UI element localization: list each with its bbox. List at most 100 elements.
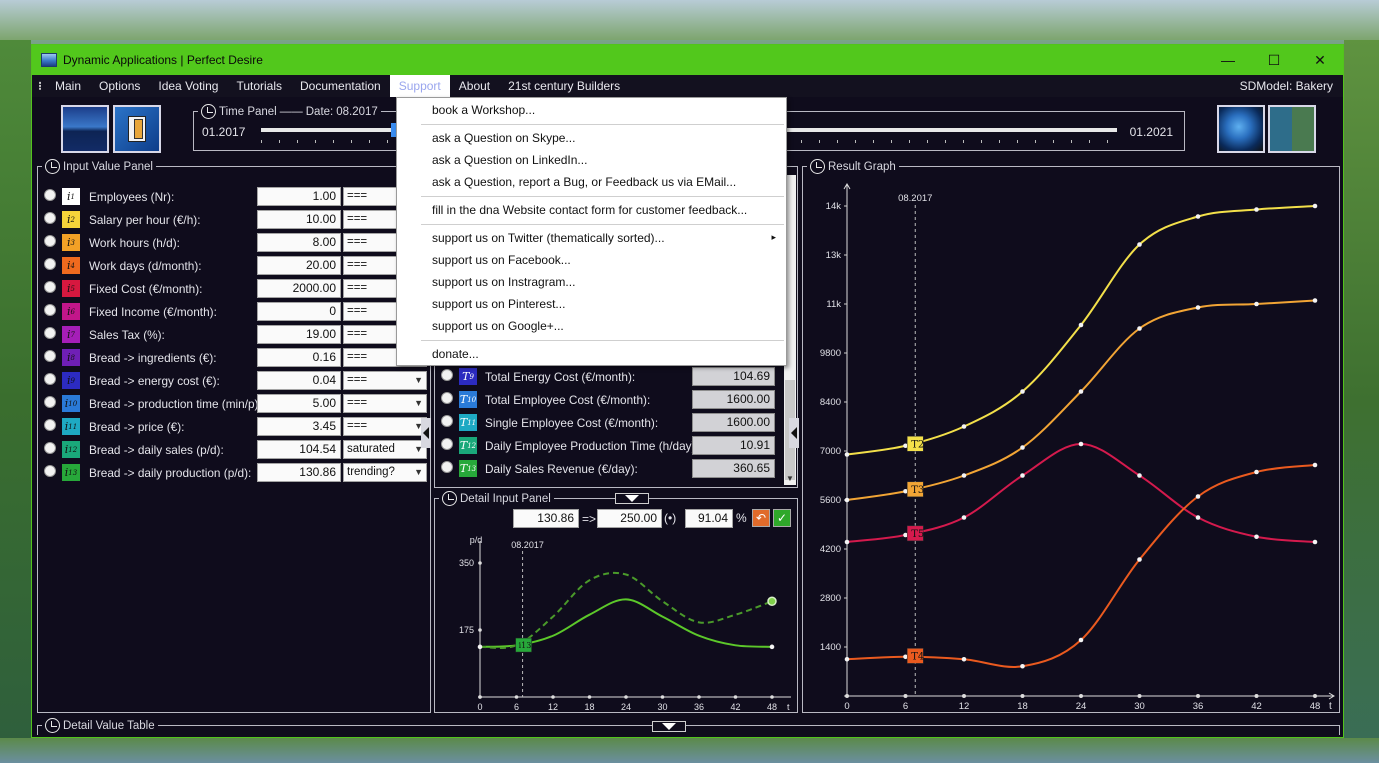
menu-options[interactable]: Options bbox=[90, 75, 149, 97]
input-chip: i1 bbox=[62, 188, 80, 205]
input-row: i9 Bread -> energy cost (€): 0.04 === ▼ bbox=[38, 370, 430, 391]
input-value[interactable]: 8.00 bbox=[257, 233, 341, 252]
x-tick-label: 0 bbox=[844, 701, 849, 711]
data-point bbox=[961, 515, 967, 520]
detail-table-dropdown-button[interactable] bbox=[652, 721, 686, 732]
input-value[interactable]: 2000.00 bbox=[257, 279, 341, 298]
menu-support[interactable]: Support bbox=[389, 75, 450, 97]
door-icon[interactable] bbox=[113, 105, 161, 153]
input-mode-select[interactable]: ===▼ bbox=[343, 417, 427, 436]
output-row-radio[interactable] bbox=[441, 415, 453, 427]
input-mode-select[interactable]: ===▼ bbox=[343, 371, 427, 390]
menu-separator bbox=[421, 340, 784, 341]
data-point bbox=[1312, 462, 1318, 468]
input-mode-value: trending? bbox=[347, 466, 395, 478]
undo-button[interactable]: ↶ bbox=[752, 509, 770, 527]
input-value[interactable]: 3.45 bbox=[257, 417, 341, 436]
input-value[interactable]: 0.04 bbox=[257, 371, 341, 390]
close-button[interactable]: ✕ bbox=[1297, 45, 1343, 75]
input-row-radio[interactable] bbox=[44, 350, 56, 362]
input-value[interactable]: 5.00 bbox=[257, 394, 341, 413]
maximize-button[interactable]: ☐ bbox=[1251, 45, 1297, 75]
input-row-radio[interactable] bbox=[44, 258, 56, 270]
menu-tutorials[interactable]: Tutorials bbox=[227, 75, 291, 97]
input-chip: i3 bbox=[62, 234, 80, 251]
input-label: Bread -> daily sales (p/d): bbox=[89, 443, 224, 457]
data-point bbox=[1078, 322, 1084, 328]
output-row-radio[interactable] bbox=[441, 438, 453, 450]
output-row-radio[interactable] bbox=[441, 392, 453, 404]
detail-percent-value[interactable]: 91.04 bbox=[685, 509, 733, 528]
menu-ask-skype[interactable]: ask a Question on Skype... bbox=[432, 131, 575, 145]
input-value[interactable]: 1.00 bbox=[257, 187, 341, 206]
input-row-radio[interactable] bbox=[44, 304, 56, 316]
input-value[interactable]: 20.00 bbox=[257, 256, 341, 275]
input-mode-value: === bbox=[347, 374, 368, 386]
menu-contact-form[interactable]: fill in the dna Website contact form for… bbox=[432, 203, 747, 217]
detail-to-value[interactable]: 250.00 bbox=[597, 509, 662, 528]
input-value[interactable]: 0 bbox=[257, 302, 341, 321]
date-marker-label: 08.2017 bbox=[511, 540, 544, 550]
minimize-button[interactable]: — bbox=[1205, 45, 1251, 75]
result-chart[interactable]: 14k 13k 11k 9800 8400 7000 5600 4200 2800 1400 0 6 1… bbox=[803, 171, 1339, 711]
menu-about[interactable]: About bbox=[450, 75, 499, 97]
menu-21st-century-builders[interactable]: 21st century Builders bbox=[499, 75, 629, 97]
detail-input-dropdown-button[interactable] bbox=[615, 493, 649, 504]
undo-icon: ↶ bbox=[755, 511, 767, 525]
input-row: i 12 Bread -> daily sales (p/d): 104.54 s… bbox=[38, 439, 430, 460]
input-value[interactable]: 0.16 bbox=[257, 348, 341, 367]
target-handle bbox=[767, 596, 777, 607]
menu-ask-linkedin[interactable]: ask a Question on LinkedIn... bbox=[432, 153, 587, 167]
input-value[interactable]: 130.86 bbox=[257, 463, 341, 482]
input-row-radio[interactable] bbox=[44, 235, 56, 247]
menu-support-pinterest[interactable]: support us on Pinterest... bbox=[432, 297, 565, 311]
x-tick-label: 30 bbox=[657, 702, 667, 711]
input-row-radio[interactable] bbox=[44, 327, 56, 339]
menu-idea-voting[interactable]: Idea Voting bbox=[149, 75, 227, 97]
output-row-radio[interactable] bbox=[441, 461, 453, 473]
menu-support-twitter[interactable]: support us on Twitter (thematically sort… bbox=[432, 231, 665, 245]
menu-documentation[interactable]: Documentation bbox=[291, 75, 390, 97]
detail-chart[interactable]: p/d 350 175 0 6 12 18 24 30 36 42 48 t 08.2017 i13 bbox=[435, 531, 797, 711]
input-row-radio[interactable] bbox=[44, 419, 56, 431]
input-row-radio[interactable] bbox=[44, 442, 56, 454]
menu-main[interactable]: Main bbox=[46, 75, 90, 97]
collapse-input-panel-tab[interactable] bbox=[421, 418, 431, 448]
input-value[interactable]: 19.00 bbox=[257, 325, 341, 344]
input-row-radio[interactable] bbox=[44, 373, 56, 385]
support-dropdown-menu: book a Workshop... ask a Question on Sky… bbox=[396, 97, 787, 366]
sunset-lake-icon[interactable] bbox=[61, 105, 109, 153]
menu-book-workshop[interactable]: book a Workshop... bbox=[432, 103, 535, 117]
menu-support-googleplus[interactable]: support us on Google+... bbox=[432, 319, 564, 333]
menu-support-facebook[interactable]: support us on Facebook... bbox=[432, 253, 571, 267]
data-point bbox=[844, 539, 850, 545]
input-label: Bread -> ingredients (€): bbox=[89, 351, 217, 365]
menu-grip-icon[interactable]: ⁝ bbox=[34, 79, 46, 93]
globe-icon[interactable] bbox=[1217, 105, 1265, 153]
menu-support-instagram[interactable]: support us on Instragram... bbox=[432, 275, 575, 289]
photo-grid-icon[interactable] bbox=[1268, 105, 1316, 153]
detail-mode-symbol[interactable]: (•) bbox=[664, 511, 676, 525]
input-value[interactable]: 10.00 bbox=[257, 210, 341, 229]
confirm-button[interactable]: ✓ bbox=[773, 509, 791, 527]
input-row-radio[interactable] bbox=[44, 189, 56, 201]
chevron-down-icon: ▼ bbox=[414, 467, 423, 477]
sdmodel-value: Bakery bbox=[1295, 79, 1333, 93]
input-row-radio[interactable] bbox=[44, 396, 56, 408]
menu-donate[interactable]: donate... bbox=[432, 347, 479, 361]
collapse-output-panel-tab[interactable] bbox=[789, 418, 799, 448]
menu-ask-email[interactable]: ask a Question, report a Bug, or Feedbac… bbox=[432, 175, 736, 189]
data-point bbox=[1312, 298, 1318, 303]
input-mode-select[interactable]: ===▼ bbox=[343, 394, 427, 413]
input-value[interactable]: 104.54 bbox=[257, 440, 341, 459]
input-row-radio[interactable] bbox=[44, 281, 56, 293]
input-mode-select[interactable]: saturated ▼ bbox=[343, 440, 427, 459]
input-row-radio[interactable] bbox=[44, 212, 56, 224]
x-tick-label: 18 bbox=[1017, 701, 1028, 711]
detail-from-value[interactable]: 130.86 bbox=[513, 509, 579, 528]
data-point bbox=[1195, 515, 1201, 520]
input-row-radio[interactable] bbox=[44, 465, 56, 477]
data-point bbox=[1137, 242, 1142, 247]
input-mode-select[interactable]: trending? ▼ bbox=[343, 463, 427, 482]
output-row-radio[interactable] bbox=[441, 369, 453, 381]
